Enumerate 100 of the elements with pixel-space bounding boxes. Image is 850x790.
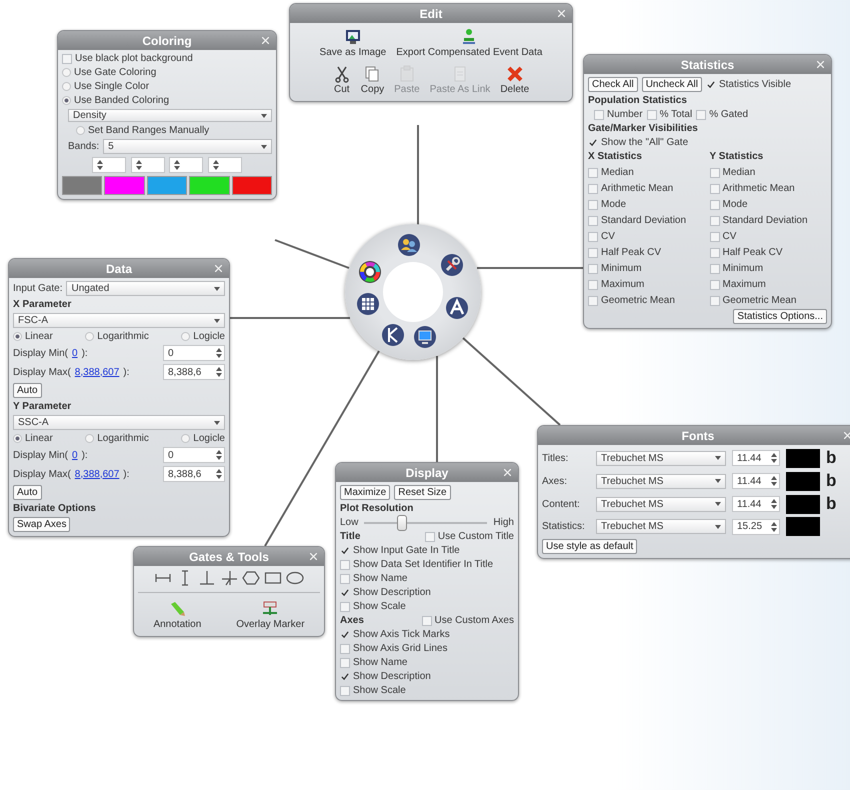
link[interactable]: 0 xyxy=(72,348,78,358)
color-well[interactable] xyxy=(786,517,820,536)
radio-button[interactable] xyxy=(62,68,71,77)
people-icon[interactable] xyxy=(396,233,421,258)
spin-field[interactable]: 8,388,6 xyxy=(163,364,225,380)
checkbox[interactable] xyxy=(710,264,720,274)
checkbox[interactable] xyxy=(588,138,598,148)
close-icon[interactable] xyxy=(504,469,511,476)
radio-button[interactable] xyxy=(85,332,94,341)
spin-field[interactable] xyxy=(169,157,204,173)
radio-button[interactable] xyxy=(76,126,85,135)
color-swatch[interactable] xyxy=(104,176,145,195)
checkbox[interactable] xyxy=(340,644,350,654)
spin-field[interactable]: 15.25 xyxy=(732,518,780,534)
checkbox[interactable] xyxy=(696,110,706,120)
close-icon[interactable] xyxy=(310,553,317,560)
checkbox[interactable] xyxy=(340,546,350,556)
checkbox[interactable] xyxy=(706,80,716,90)
close-icon[interactable] xyxy=(844,432,850,439)
toolbar-button[interactable]: Annotation xyxy=(152,598,202,632)
checkbox[interactable] xyxy=(340,574,350,584)
color-swatch[interactable] xyxy=(146,176,188,195)
checkbox[interactable] xyxy=(588,200,598,210)
checkbox[interactable] xyxy=(424,532,435,542)
checkbox[interactable] xyxy=(340,672,350,682)
color-well[interactable] xyxy=(786,448,820,468)
grid-icon[interactable] xyxy=(356,292,380,316)
close-icon[interactable] xyxy=(215,265,222,272)
checkbox[interactable] xyxy=(588,184,598,194)
checkbox[interactable] xyxy=(340,560,350,570)
checkbox[interactable] xyxy=(710,232,720,242)
dropdown[interactable]: 5 xyxy=(103,139,272,154)
button[interactable]: Statistics Options... xyxy=(733,309,827,324)
button[interactable]: Maximize xyxy=(340,485,390,500)
checkbox[interactable] xyxy=(646,110,657,120)
checkbox[interactable] xyxy=(588,296,598,306)
checkbox[interactable] xyxy=(340,588,350,598)
button[interactable]: Auto xyxy=(13,383,42,398)
spin-field[interactable] xyxy=(208,157,242,173)
spin-field[interactable] xyxy=(130,157,165,173)
checkbox[interactable] xyxy=(588,248,598,258)
radio-button[interactable] xyxy=(13,434,22,443)
radio-button[interactable] xyxy=(62,96,71,105)
spin-field[interactable]: 11.44 xyxy=(732,450,780,466)
checkbox[interactable] xyxy=(710,216,720,226)
monitor-icon[interactable] xyxy=(413,325,438,350)
dropdown[interactable]: SSC-A xyxy=(13,415,225,430)
link[interactable]: 8,388,607 xyxy=(74,468,120,480)
font-icon[interactable] xyxy=(445,296,470,320)
checkbox[interactable] xyxy=(588,216,598,226)
spin-field[interactable]: 0 xyxy=(163,447,225,463)
toolbar-button[interactable]: Save as Image xyxy=(318,26,388,60)
toolbar-button[interactable]: Copy xyxy=(360,63,386,97)
checkbox[interactable] xyxy=(710,168,720,178)
wrench-icon[interactable] xyxy=(440,253,464,278)
checkbox[interactable] xyxy=(588,280,598,290)
checkbox[interactable] xyxy=(588,168,598,178)
dropdown[interactable]: Density xyxy=(68,109,272,122)
slider-thumb[interactable] xyxy=(397,514,408,530)
button[interactable]: Use style as default xyxy=(542,539,638,554)
button[interactable]: Uncheck All xyxy=(642,77,702,92)
checkbox[interactable] xyxy=(710,248,720,258)
link[interactable]: 8,388,607 xyxy=(74,366,120,378)
spin-field[interactable]: 11.44 xyxy=(732,496,780,512)
toolbar-button[interactable]: Export Compensated Event Data xyxy=(395,26,544,60)
spin-field[interactable]: 11.44 xyxy=(732,473,780,489)
spin-field[interactable]: 0 xyxy=(163,345,225,361)
color-wheel-icon[interactable] xyxy=(358,260,382,284)
dropdown[interactable]: Trebuchet MS xyxy=(596,496,726,512)
dropdown[interactable]: Ungated xyxy=(66,281,225,296)
checkbox[interactable] xyxy=(588,264,598,274)
checkbox[interactable] xyxy=(594,110,604,120)
spin-field[interactable]: 8,388,6 xyxy=(163,466,225,482)
toolbar-button[interactable]: Cut xyxy=(332,63,352,97)
close-icon[interactable] xyxy=(817,61,824,68)
radio-button[interactable] xyxy=(62,82,71,91)
color-swatch[interactable] xyxy=(232,176,272,195)
hexagon-icon[interactable] xyxy=(242,569,260,587)
checkbox[interactable] xyxy=(588,232,598,242)
checkbox[interactable] xyxy=(340,630,350,640)
link[interactable]: 0 xyxy=(72,450,78,460)
checkbox[interactable] xyxy=(340,602,350,612)
spin-field[interactable] xyxy=(92,157,126,173)
button[interactable]: Swap Axes xyxy=(13,517,70,532)
color-well[interactable] xyxy=(786,472,820,490)
checkbox[interactable] xyxy=(710,200,720,210)
radio-button[interactable] xyxy=(85,434,94,443)
dropdown[interactable]: Trebuchet MS xyxy=(596,450,726,466)
dropdown[interactable]: Trebuchet MS xyxy=(596,474,726,488)
radio-button[interactable] xyxy=(13,332,22,341)
dropdown[interactable]: FSC-A xyxy=(13,313,225,328)
color-well[interactable] xyxy=(786,494,820,514)
checkbox[interactable] xyxy=(62,54,72,64)
inverted-t-icon[interactable] xyxy=(198,569,216,587)
button[interactable]: Reset Size xyxy=(394,485,451,500)
button[interactable]: Check All xyxy=(588,77,638,92)
checkbox[interactable] xyxy=(422,616,432,626)
checkbox[interactable] xyxy=(710,184,720,194)
toolbar-button[interactable]: Delete xyxy=(499,63,530,97)
ellipse-icon[interactable] xyxy=(286,569,304,587)
